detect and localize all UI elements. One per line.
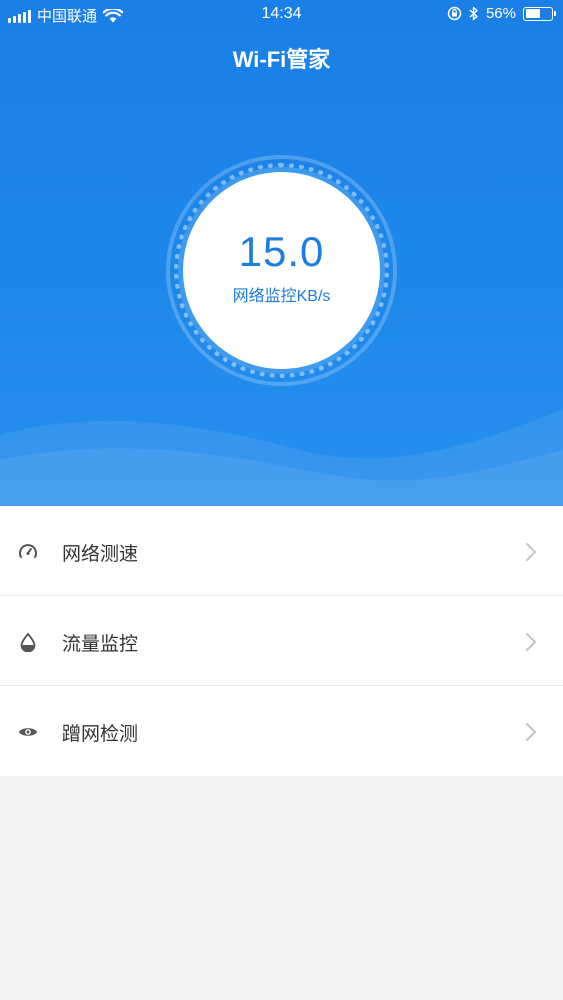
- speed-label: 网络监控KB/s: [232, 288, 331, 305]
- wave-decoration: [0, 410, 563, 506]
- speedometer-icon: [19, 544, 37, 558]
- battery-level: [525, 9, 540, 18]
- menu-item-intruder-detection[interactable]: 蹭网检测: [0, 686, 563, 776]
- page-title: Wi-Fi管家: [232, 47, 331, 72]
- menu-item-speed-test[interactable]: 网络测速: [0, 506, 563, 596]
- chevron-right-icon: [526, 723, 536, 741]
- hero-header: 中国联通 14:34 56% Wi-Fi管家 15.0 网络监控KB/s: [0, 0, 563, 506]
- feature-menu: 网络测速 流量监控 蹭网检测: [0, 506, 563, 776]
- status-bar: 中国联通 14:34 56%: [0, 0, 563, 30]
- battery-percent: 56%: [485, 5, 516, 22]
- menu-item-label: 蹭网检测: [62, 724, 139, 745]
- water-drop-icon: [20, 632, 36, 652]
- menu-item-label: 网络测速: [62, 544, 139, 565]
- status-right: 56%: [447, 5, 556, 22]
- speed-gauge[interactable]: 15.0 网络监控KB/s: [183, 172, 380, 369]
- bluetooth-icon: [469, 6, 478, 21]
- battery-icon: [523, 6, 556, 21]
- orientation-lock-icon: [447, 6, 462, 21]
- menu-item-label: 流量监控: [62, 634, 139, 655]
- menu-item-traffic-monitor[interactable]: 流量监控: [0, 596, 563, 686]
- speed-value: 15.0: [238, 228, 325, 275]
- eye-icon: [18, 728, 38, 736]
- chevron-right-icon: [526, 543, 536, 561]
- chevron-right-icon: [526, 633, 536, 651]
